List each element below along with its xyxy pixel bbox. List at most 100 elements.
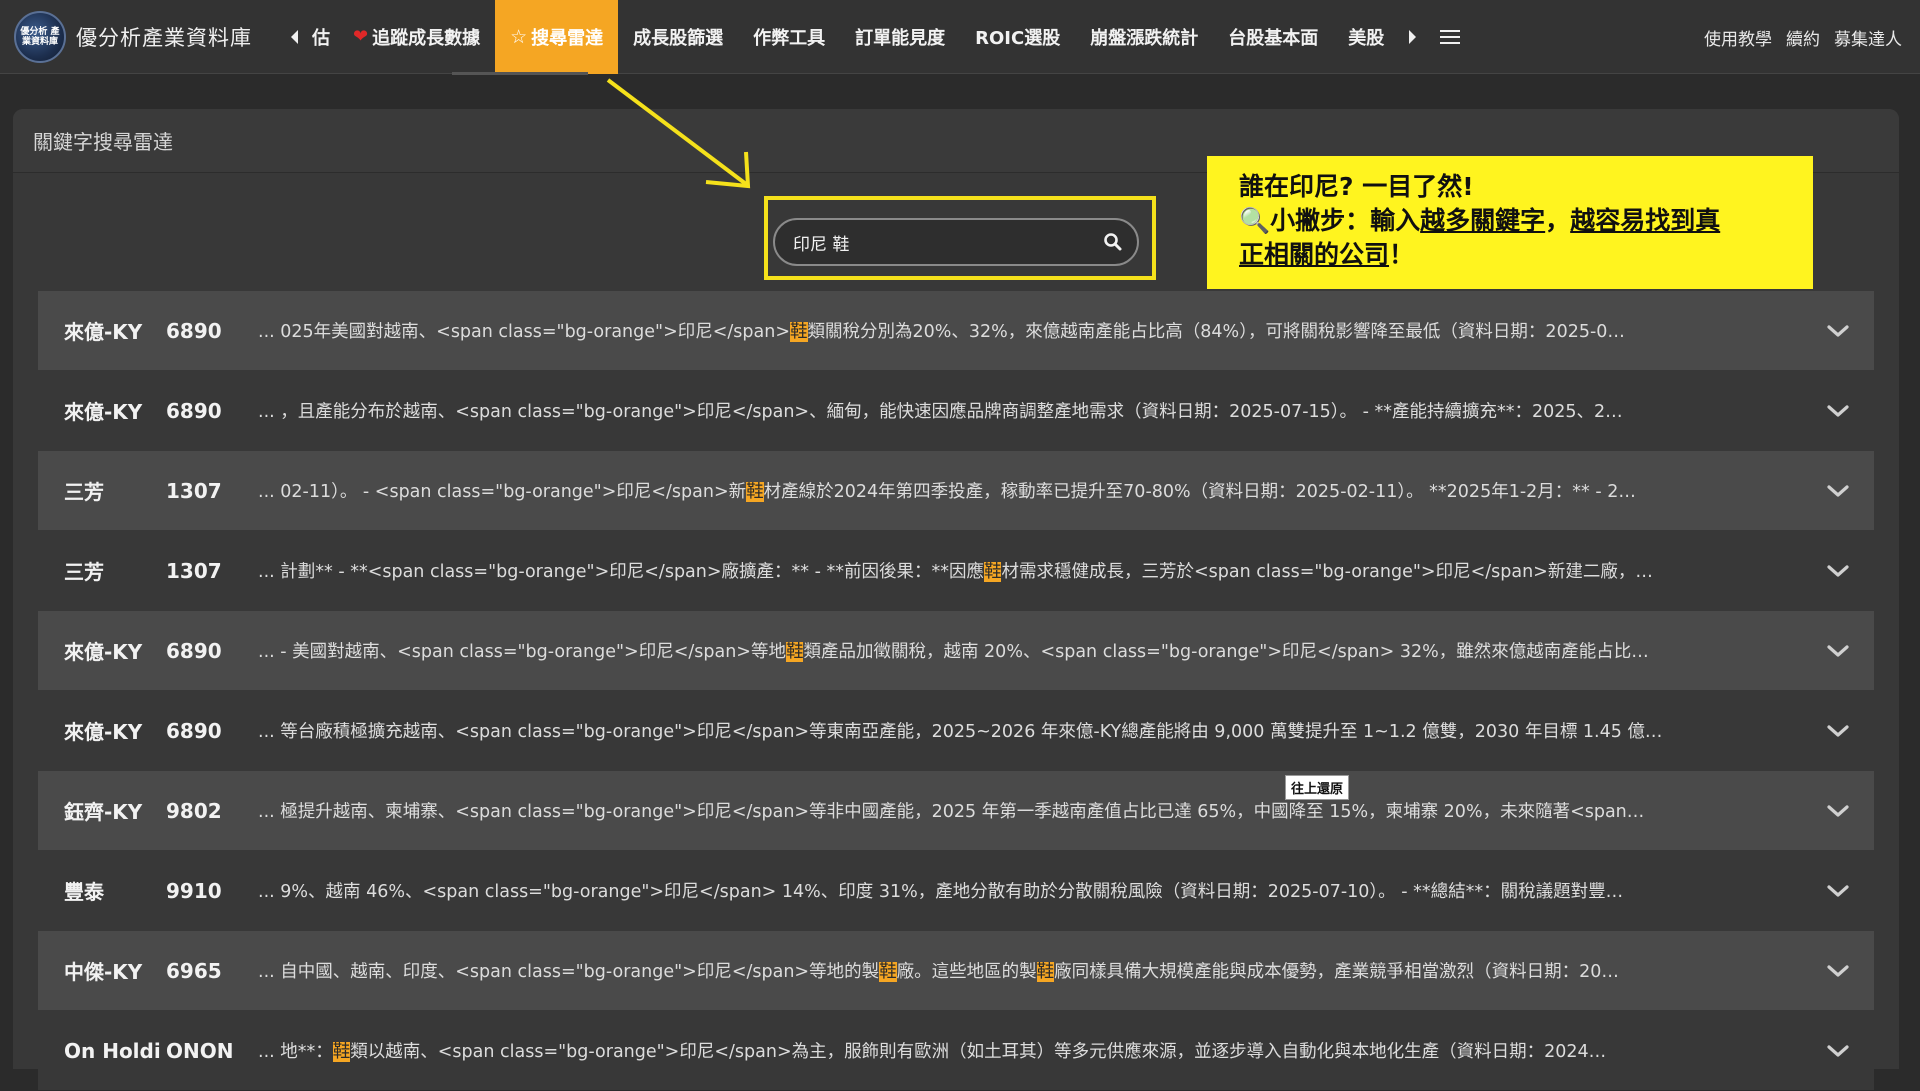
nav-item-label: ROIC選股 xyxy=(975,27,1061,49)
result-company-name: 中傑-KY xyxy=(64,960,143,984)
nav-item-label: 作弊工具 xyxy=(753,27,826,49)
keyword-highlight: 鞋 xyxy=(790,322,808,342)
result-company-name: 來億-KY xyxy=(64,640,143,664)
renew-link[interactable]: 續約 xyxy=(1786,25,1820,50)
result-snippet: ... 9%、越南 46%、<span class="bg-orange">印尼… xyxy=(258,878,1802,903)
nav-item-label: 估 xyxy=(312,27,330,49)
tutorial-link[interactable]: 使用教學 xyxy=(1704,25,1772,50)
chevron-down-icon xyxy=(1827,724,1849,737)
nav-item-growth-screen[interactable]: 成長股篩選 xyxy=(618,0,738,74)
callout-text: ！ xyxy=(1389,240,1415,269)
nav-prev-button[interactable] xyxy=(280,0,308,74)
expand-toggle[interactable] xyxy=(1802,964,1874,978)
snippet-text: 類以越南、<span class="bg-orange">印尼</span>為主… xyxy=(350,1042,1607,1062)
fundraise-link[interactable]: 募集達人 xyxy=(1834,25,1902,50)
snippet-text: 廠。這些地區的製 xyxy=(896,962,1037,982)
result-snippet: ... 極提升越南、柬埔寨、<span class="bg-orange">印尼… xyxy=(258,798,1802,823)
magnifier-icon: 🔍 xyxy=(1239,206,1271,235)
chevron-down-icon xyxy=(1827,884,1849,897)
result-stock-code: 6890 xyxy=(166,398,222,423)
snippet-text: 類產品加徵關稅，越南 20%、<span class="bg-orange">印… xyxy=(803,642,1649,662)
chevron-down-icon xyxy=(1827,404,1849,417)
hamburger-icon xyxy=(1440,29,1461,32)
callout-line-1: 誰在印尼? 一目了然! xyxy=(1239,172,1474,201)
hamburger-menu-button[interactable] xyxy=(1427,0,1473,74)
nav-item-search-radar[interactable]: ☆ 搜尋雷達 xyxy=(495,0,619,74)
result-snippet: ... - 美國對越南、<span class="bg-orange">印尼</… xyxy=(258,638,1802,663)
result-company-name: 來億-KY xyxy=(64,320,143,344)
snippet-text: 廠同樣具備大規模產能與成本優勢，產業競爭相當激烈（資料日期：20… xyxy=(1054,962,1619,982)
nav-item-tw-fundamentals[interactable]: 台股基本面 xyxy=(1213,0,1333,74)
nav-item-track-growth[interactable]: ❤ 追蹤成長數據 xyxy=(338,0,495,74)
result-stock-code: 6890 xyxy=(166,638,222,663)
chevron-down-icon xyxy=(1827,324,1849,337)
result-company-name: On Holdi xyxy=(64,1038,161,1063)
snippet-text: ... 02-11）。 - <span class="bg-orange">印尼… xyxy=(258,482,747,502)
result-row[interactable]: 來億-KY 6890 ... ，且產能分布於越南、<span class="bg-o… xyxy=(38,371,1874,450)
nav-menu: 估 ❤ 追蹤成長數據 ☆ 搜尋雷達 成長股篩選 作弊工具 訂單能見度 ROIC選… xyxy=(308,0,1399,74)
result-row[interactable]: 來億-KY 6890 ... 025年美國對越南、<span class="bg-o… xyxy=(38,291,1874,370)
result-row[interactable]: 鈺齊-KY 9802 ... 極提升越南、柬埔寨、<span class="bg-o… xyxy=(38,771,1874,850)
chevron-down-icon xyxy=(1827,804,1849,817)
expand-toggle[interactable] xyxy=(1802,564,1874,578)
chevron-down-icon xyxy=(1827,484,1849,497)
result-stock-code: 6965 xyxy=(166,958,222,983)
expand-toggle[interactable] xyxy=(1802,404,1874,418)
nav-item-label: 追蹤成長數據 xyxy=(372,27,481,49)
result-row[interactable]: On Holdi ONON ... 地**：鞋類以越南、<span class="b… xyxy=(38,1011,1874,1090)
keyword-highlight: 鞋 xyxy=(879,962,897,982)
expand-toggle[interactable] xyxy=(1802,884,1874,898)
result-company-name: 來億-KY xyxy=(64,400,143,424)
snippet-text: 材需求穩健成長，三芳於<span class="bg-orange">印尼</s… xyxy=(1001,562,1653,582)
result-row[interactable]: 三芳 1307 ... 計劃** - **<span class="bg-orang… xyxy=(38,531,1874,610)
result-stock-code: 1307 xyxy=(166,558,222,583)
top-navbar: 優分析 產業資料庫 優分析產業資料庫 估 ❤ 追蹤成長數據 ☆ 搜尋雷達 成長股… xyxy=(0,0,1920,74)
nav-item-roic[interactable]: ROIC選股 xyxy=(960,0,1075,74)
expand-toggle[interactable] xyxy=(1802,484,1874,498)
nav-right-links: 使用教學 續約 募集達人 xyxy=(1704,0,1902,74)
nav-item-label: 訂單能見度 xyxy=(855,27,946,49)
result-stock-code: 9910 xyxy=(166,878,222,903)
result-row[interactable]: 來億-KY 6890 ... 等台廠積極擴充越南、<span class="bg-o… xyxy=(38,691,1874,770)
expand-toggle[interactable] xyxy=(1802,1044,1874,1058)
result-snippet: ... 等台廠積極擴充越南、<span class="bg-orange">印尼… xyxy=(258,718,1802,743)
snippet-text: 材產線於2024年第四季投產，稼動率已提升至70-80%（資料日期：2025-0… xyxy=(763,482,1636,502)
snippet-text: ... 等台廠積極擴充越南、<span class="bg-orange">印尼… xyxy=(258,722,1663,742)
result-row[interactable]: 三芳 1307 ... 02-11）。 - <span class="bg-oran… xyxy=(38,451,1874,530)
result-snippet: ... 02-11）。 - <span class="bg-orange">印尼… xyxy=(258,478,1802,503)
keyword-highlight: 鞋 xyxy=(983,562,1002,582)
result-company-name: 三芳 xyxy=(64,560,104,584)
result-row[interactable]: 來億-KY 6890 ... - 美國對越南、<span class="bg-ora… xyxy=(38,611,1874,690)
tip-callout: 誰在印尼? 一目了然! 🔍小撇步：輸入越多關鍵字，越容易找到真 正相關的公司！ xyxy=(1207,156,1813,289)
chevron-down-icon xyxy=(1827,564,1849,577)
expand-toggle[interactable] xyxy=(1802,324,1874,338)
result-snippet: ... ，且產能分布於越南、<span class="bg-orange">印尼… xyxy=(258,398,1802,423)
nav-item-estimate[interactable]: 估 xyxy=(308,0,338,74)
search-input[interactable] xyxy=(775,220,1089,264)
search-box xyxy=(773,218,1139,266)
snippet-text: 類關稅分別為20%、32%，來億越南產能占比高（84%），可將關稅影響降至最低（… xyxy=(807,322,1625,342)
nav-item-us-stocks[interactable]: 美股 xyxy=(1333,0,1399,74)
callout-text: 小撇步：輸入 xyxy=(1270,206,1421,235)
brand-home-link[interactable]: 優分析 產業資料庫 優分析產業資料庫 xyxy=(0,0,280,74)
expand-toggle[interactable] xyxy=(1802,804,1874,818)
keyword-highlight: 鞋 xyxy=(746,482,764,502)
search-button[interactable] xyxy=(1089,220,1137,264)
result-snippet: ... 025年美國對越南、<span class="bg-orange">印尼… xyxy=(258,318,1802,343)
nav-next-button[interactable] xyxy=(1399,0,1427,74)
snippet-text: ... 025年美國對越南、<span class="bg-orange">印尼… xyxy=(258,322,790,342)
result-row[interactable]: 豐泰 9910 ... 9%、越南 46%、<span class="bg-oran… xyxy=(38,851,1874,930)
result-stock-code: 1307 xyxy=(166,478,222,503)
expand-toggle[interactable] xyxy=(1802,644,1874,658)
nav-item-crash-stats[interactable]: 崩盤漲跌統計 xyxy=(1075,0,1213,74)
snippet-text: ... 9%、越南 46%、<span class="bg-orange">印尼… xyxy=(258,882,1624,902)
expand-toggle[interactable] xyxy=(1802,724,1874,738)
result-company-name: 豐泰 xyxy=(64,880,104,904)
keyword-highlight: 鞋 xyxy=(785,642,804,662)
nav-item-cheat-tools[interactable]: 作弊工具 xyxy=(738,0,840,74)
result-stock-code: 6890 xyxy=(166,718,222,743)
callout-text: ， xyxy=(1545,206,1571,235)
result-row[interactable]: 中傑-KY 6965 ... 自中國、越南、印度、<span class="bg-o… xyxy=(38,931,1874,1010)
nav-item-order-visibility[interactable]: 訂單能見度 xyxy=(840,0,960,74)
chevron-down-icon xyxy=(1827,644,1849,657)
